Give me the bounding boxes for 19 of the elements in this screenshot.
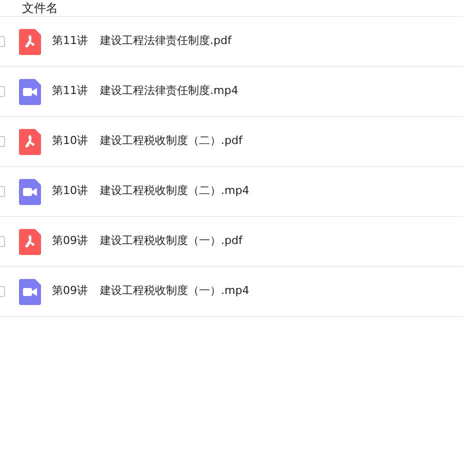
lecture-number: 第10讲 bbox=[52, 183, 88, 200]
lecture-number: 第11讲 bbox=[52, 33, 88, 50]
lecture-number: 第11讲 bbox=[52, 83, 88, 100]
lecture-number: 第09讲 bbox=[52, 283, 88, 300]
lecture-number: 第10讲 bbox=[52, 133, 88, 150]
video-file-icon bbox=[19, 78, 41, 104]
pdf-file-icon bbox=[19, 228, 41, 254]
video-file-icon bbox=[19, 178, 41, 204]
file-name[interactable]: 建设工程税收制度（一）.pdf bbox=[100, 233, 242, 250]
file-name[interactable]: 建设工程法律责任制度.pdf bbox=[100, 33, 232, 50]
file-name[interactable]: 建设工程法律责任制度.mp4 bbox=[100, 83, 238, 100]
file-name[interactable]: 建设工程税收制度（二）.pdf bbox=[100, 133, 242, 150]
video-file-icon bbox=[19, 278, 41, 304]
lecture-number: 第09讲 bbox=[52, 233, 88, 250]
pdf-file-icon bbox=[19, 128, 41, 154]
pdf-file-icon bbox=[19, 28, 41, 54]
column-header: 文件名 bbox=[21, 1, 58, 16]
file-name[interactable]: 建设工程税收制度（二）.mp4 bbox=[100, 183, 250, 200]
file-name[interactable]: 建设工程税收制度（一）.mp4 bbox=[100, 283, 250, 300]
